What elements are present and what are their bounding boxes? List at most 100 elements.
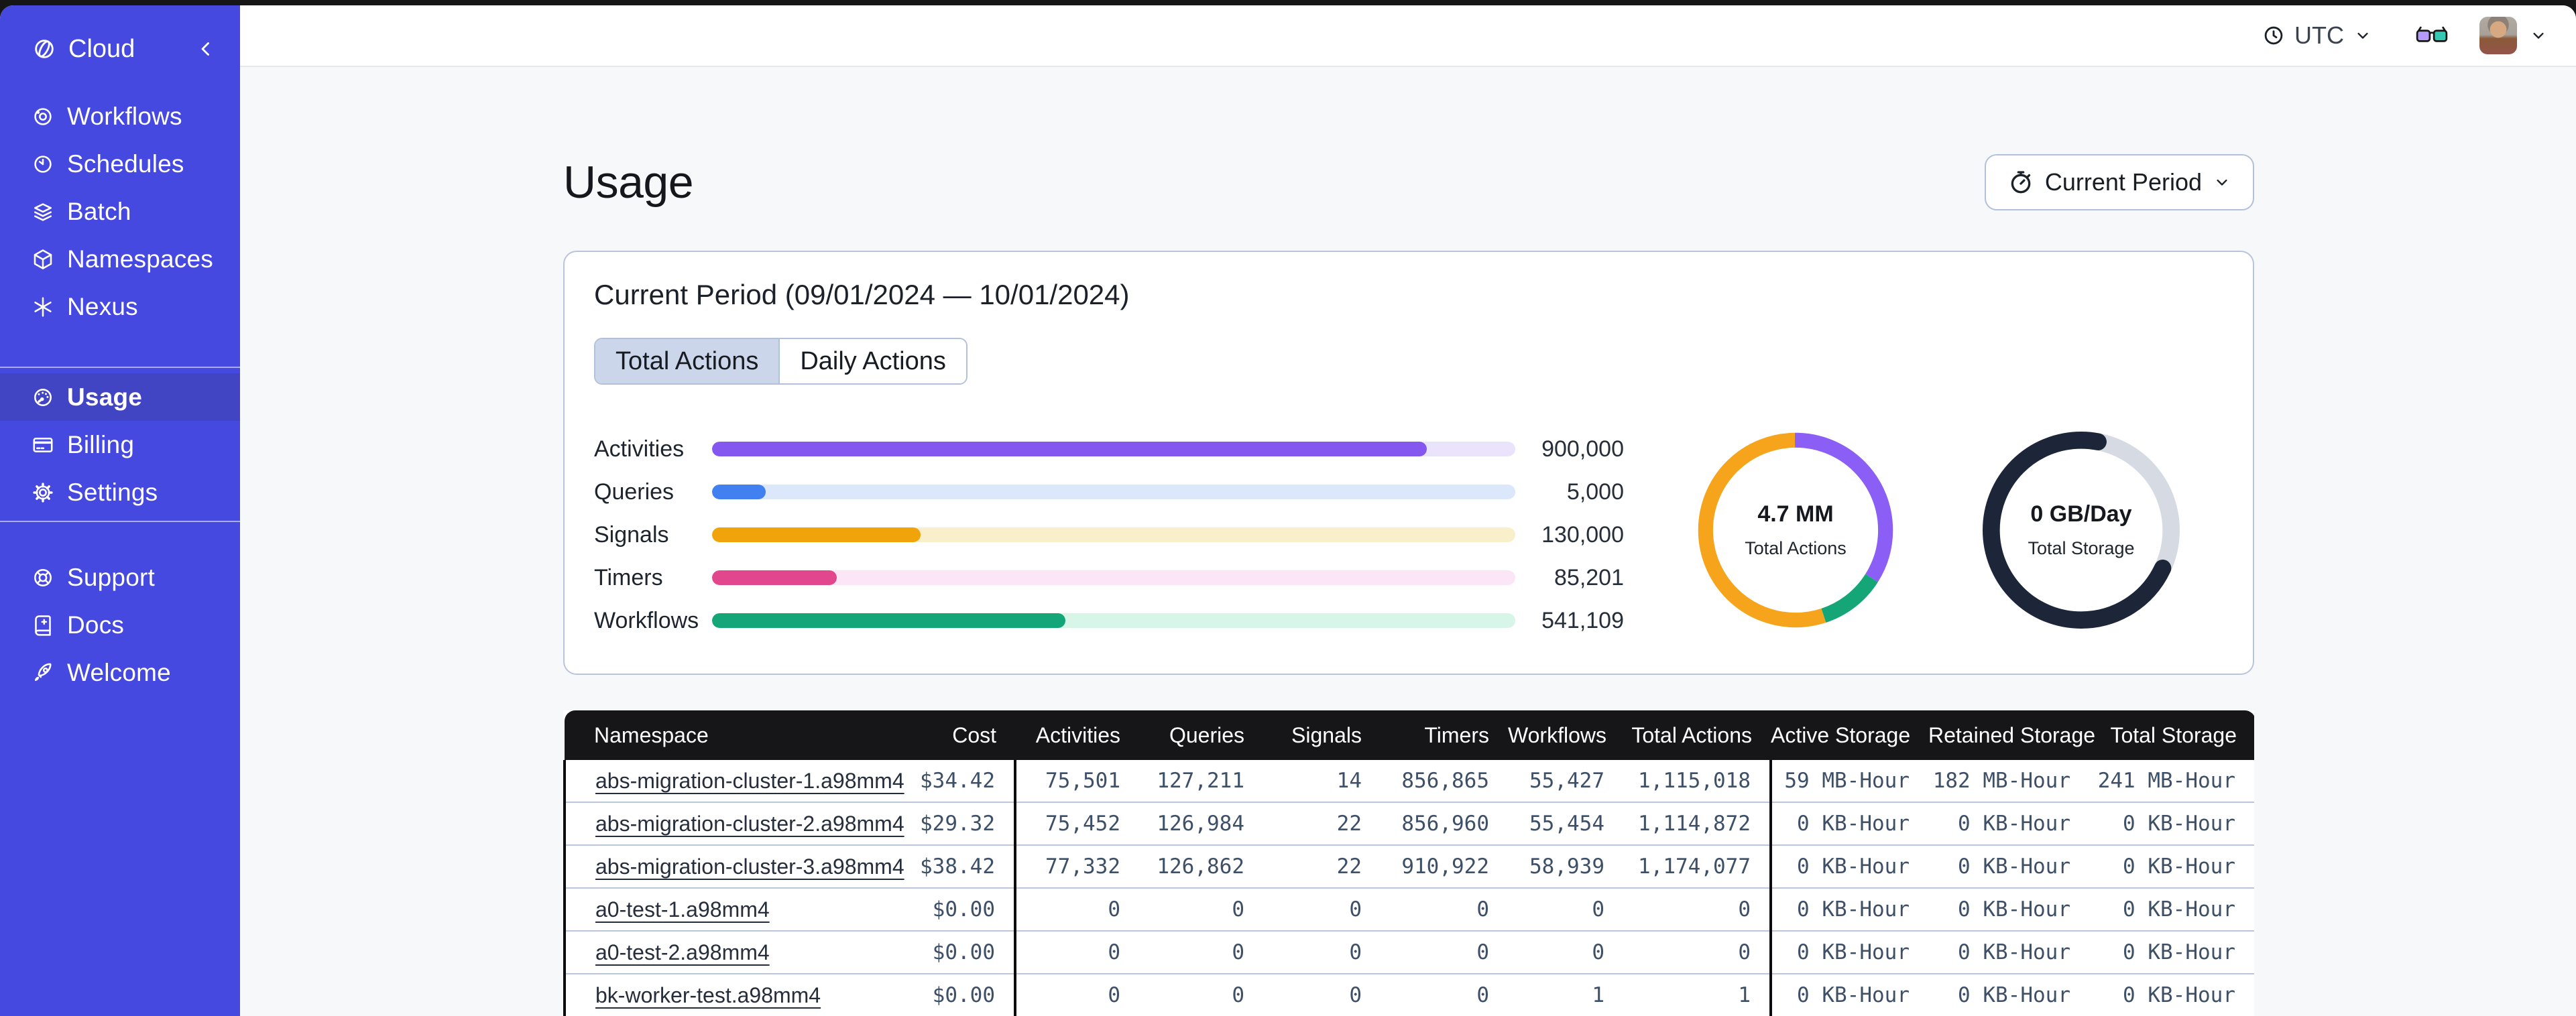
- cell-total-actions: 1,114,872: [1623, 802, 1771, 845]
- bar-label: Activities: [594, 436, 685, 462]
- cell-timers: 856,865: [1401, 769, 1489, 793]
- sidebar-item-label: Settings: [67, 478, 158, 506]
- table-row: a0-test-1.a98mm4 $0.00 0 0 0 0 0 0 0 KB-Hour 0 KB…: [563, 887, 2254, 931]
- namespace-link[interactable]: a0-test-1.a98mm4: [595, 897, 770, 922]
- bar-fill: [712, 570, 837, 585]
- cell-timers: 910,922: [1381, 844, 1508, 888]
- cell-queries: 126,862: [1139, 844, 1263, 888]
- cell-workflows: 55,427: [1529, 769, 1604, 793]
- cell-active-storage: 0 KB-Hour: [1769, 930, 1928, 974]
- sidebar-item-workflows[interactable]: Workflows: [0, 92, 240, 140]
- current-period-card: Current Period (09/01/2024 — 10/01/2024)…: [563, 251, 2254, 675]
- sidebar-item-settings[interactable]: Settings: [0, 468, 240, 516]
- sidebar-item-batch[interactable]: Batch: [0, 188, 240, 235]
- docs-icon: [31, 613, 55, 637]
- account-menu[interactable]: [2479, 17, 2548, 54]
- cell-retained-storage: 0 KB-Hour: [1928, 802, 2089, 845]
- timezone-selector[interactable]: UTC: [2262, 21, 2372, 50]
- bar-row-activities: Activities 900,000: [594, 428, 1624, 470]
- namespace-link[interactable]: abs-migration-cluster-2.a98mm4: [595, 812, 904, 836]
- bar-fill: [712, 442, 1427, 456]
- bar-label: Queries: [594, 479, 675, 505]
- cell-queries: 0: [1139, 887, 1263, 931]
- sidebar-item-namespaces[interactable]: Namespaces: [0, 235, 240, 283]
- namespace-cell: abs-migration-cluster-3.a98mm4: [563, 844, 913, 888]
- cell-workflows: 58,939: [1508, 844, 1623, 888]
- bar-value: 85,201: [1554, 564, 1624, 590]
- cell-active-storage: 0 KB-Hour: [1769, 844, 1928, 888]
- clock-icon: [2262, 24, 2285, 47]
- table-row: abs-migration-cluster-1.a98mm4 $34.42 75,5…: [563, 760, 2254, 802]
- sidebar-brand-label: Cloud: [68, 34, 135, 63]
- sidebar-collapse-button[interactable]: [194, 38, 217, 60]
- glasses-icon[interactable]: [2415, 24, 2449, 47]
- cell-active-storage: 0 KB-Hour: [1769, 802, 1928, 845]
- cell-total-actions: 1,174,077: [1623, 844, 1771, 888]
- cell-cost: $29.32: [913, 802, 1015, 845]
- sidebar-item-label: Schedules: [67, 149, 184, 178]
- cell-timers: 0: [1381, 930, 1508, 974]
- cell-signals: 0: [1263, 973, 1381, 1016]
- cell-total-storage: 0 KB-Hour: [2089, 802, 2254, 845]
- bar-label: Timers: [594, 564, 663, 590]
- namespace-link[interactable]: abs-migration-cluster-3.a98mm4: [595, 854, 904, 879]
- column-header-queries: Queries: [1139, 710, 1263, 760]
- namespace-cell: abs-migration-cluster-2.a98mm4: [563, 802, 913, 845]
- cell-queries: 126,984: [1139, 802, 1263, 845]
- chevron-down-icon: [2353, 26, 2372, 45]
- batch-icon: [31, 200, 55, 224]
- total-actions-label: Total Actions: [1745, 538, 1847, 558]
- sidebar-item-nexus[interactable]: Nexus: [0, 283, 240, 330]
- bar-track: [712, 442, 1515, 456]
- stopwatch-icon: [2007, 169, 2034, 196]
- sidebar-item-usage[interactable]: Usage: [0, 373, 240, 421]
- chevron-down-icon: [2529, 26, 2548, 45]
- sidebar-item-docs[interactable]: Docs: [0, 601, 240, 649]
- sidebar-item-support[interactable]: Support: [0, 554, 240, 601]
- table-row: abs-migration-cluster-2.a98mm4 $29.32 75,4…: [563, 802, 2254, 845]
- cell-total-storage: 241 MB-Hour: [2089, 760, 2254, 802]
- namespace-link[interactable]: abs-migration-cluster-1.a98mm4: [595, 769, 904, 793]
- sidebar-item-welcome[interactable]: Welcome: [0, 649, 240, 696]
- sidebar-item-billing[interactable]: Billing: [0, 421, 240, 468]
- tab-daily-actions[interactable]: Daily Actions: [780, 339, 966, 383]
- namespace-cell: abs-migration-cluster-1.a98mm4: [563, 760, 913, 802]
- table-row: bk-worker-test.a98mm4 $0.00 0 0 0 0 1 1 0 KB-Hou…: [563, 973, 2254, 1016]
- bar-fill: [712, 527, 921, 542]
- cell-retained-storage: 0 KB-Hour: [1928, 930, 2089, 974]
- user-avatar: [2479, 17, 2517, 54]
- page-title: Usage: [563, 157, 694, 208]
- cell-timers: 0: [1381, 973, 1508, 1016]
- cell-signals: 14: [1336, 769, 1362, 793]
- cell-queries: 0: [1139, 930, 1263, 974]
- sidebar-item-label: Billing: [67, 430, 135, 458]
- period-dropdown-button[interactable]: Current Period: [1984, 154, 2254, 210]
- bar-row-workflows: Workflows 541,109: [594, 599, 1624, 642]
- cell-workflows: 0: [1508, 930, 1623, 974]
- bar-row-queries: Queries 5,000: [594, 470, 1624, 513]
- column-header-cost: Cost: [913, 710, 1015, 760]
- cell-total-storage: 0 KB-Hour: [2089, 887, 2254, 931]
- bar-value: 130,000: [1541, 521, 1624, 548]
- sidebar-item-label: Nexus: [67, 292, 138, 320]
- bar-row-timers: Timers 85,201: [594, 556, 1624, 599]
- bar-label: Workflows: [594, 607, 699, 633]
- cell-total-storage: 0 KB-Hour: [2089, 844, 2254, 888]
- workflows-icon: [31, 105, 55, 129]
- sidebar-item-label: Welcome: [67, 658, 171, 686]
- cell-signals: 22: [1263, 802, 1381, 845]
- bar-row-signals: Signals 130,000: [594, 513, 1624, 556]
- support-icon: [31, 566, 55, 590]
- cell-retained-storage: 0 KB-Hour: [1928, 844, 2089, 888]
- column-header-timers: Timers: [1381, 710, 1508, 760]
- sidebar-item-schedules[interactable]: Schedules: [0, 140, 240, 188]
- main-content: Usage Current Period Current Period (09/…: [240, 67, 2576, 1016]
- sidebar-divider: [0, 521, 240, 522]
- cell-signals: 0: [1263, 887, 1381, 931]
- cell-active-storage: 0 KB-Hour: [1769, 973, 1928, 1016]
- billing-icon: [31, 433, 55, 457]
- cell-activities: 0: [1014, 973, 1139, 1016]
- namespace-link[interactable]: bk-worker-test.a98mm4: [595, 983, 821, 1007]
- tab-total-actions[interactable]: Total Actions: [595, 339, 780, 383]
- namespace-link[interactable]: a0-test-2.a98mm4: [595, 940, 770, 964]
